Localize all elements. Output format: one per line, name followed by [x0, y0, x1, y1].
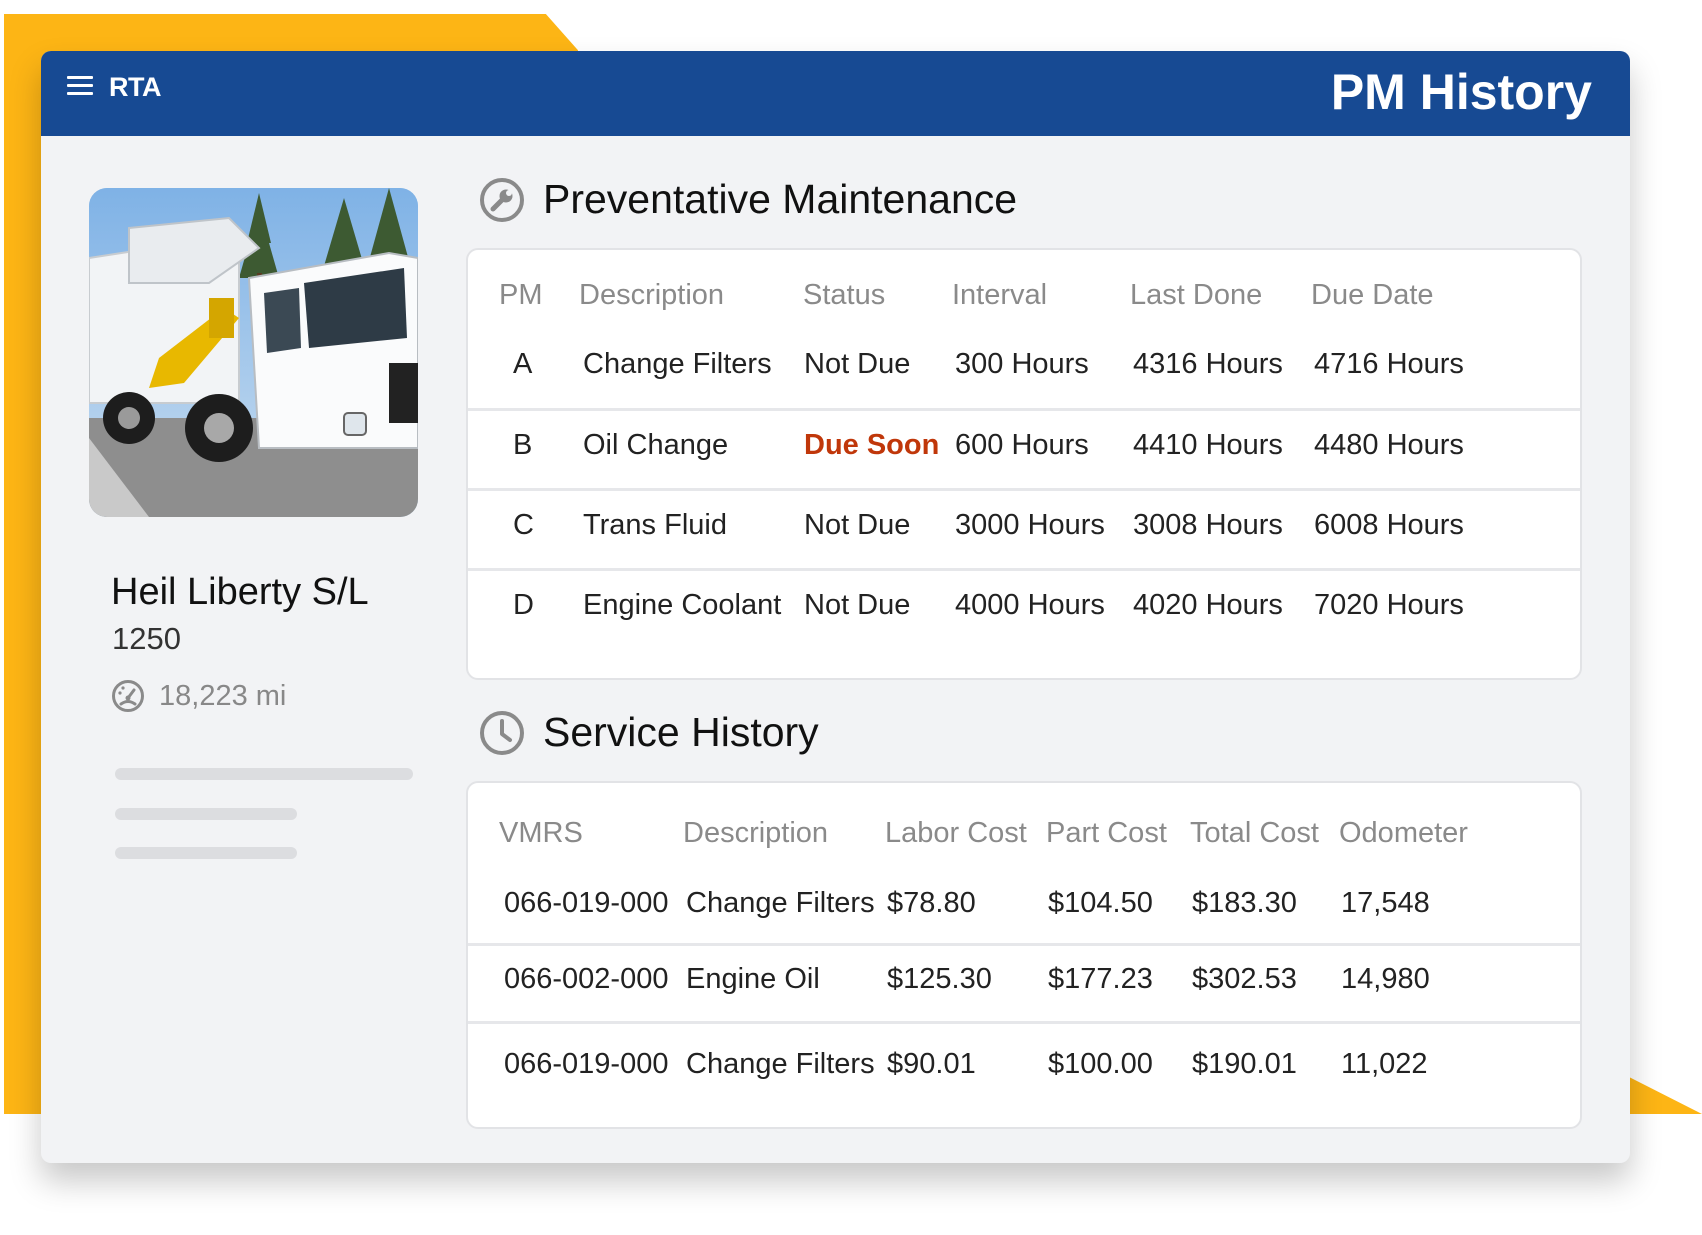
column-header-description: Description: [579, 279, 725, 311]
pm-last-done: 4316 Hours: [1133, 348, 1283, 380]
odometer-row: 18,223 mi: [111, 679, 286, 713]
pm-interval: 4000 Hours: [955, 589, 1105, 621]
vehicle-photo: [89, 188, 418, 517]
menu-icon[interactable]: [67, 76, 93, 100]
pm-interval: 300 Hours: [955, 348, 1089, 380]
table-row[interactable]: 066-019-000 Change Filters $78.80 $104.5…: [468, 887, 1580, 927]
page-title: PM History: [1330, 64, 1592, 120]
pm-description: Oil Change: [583, 429, 729, 461]
row-divider: [468, 1021, 1580, 1024]
pm-status: Not Due: [804, 589, 911, 621]
pm-code: B: [513, 429, 533, 461]
pm-due-date: 7020 Hours: [1314, 589, 1464, 621]
column-header-last-done: Last Done: [1130, 279, 1263, 311]
table-row[interactable]: 066-019-000 Change Filters $90.01 $100.0…: [468, 1048, 1580, 1088]
pm-description: Change Filters: [583, 348, 772, 380]
row-divider: [468, 943, 1580, 946]
service-odometer: 17,548: [1341, 887, 1430, 919]
app-logo: RTA: [109, 72, 162, 102]
pm-last-done: 4020 Hours: [1133, 589, 1283, 621]
pm-code: C: [513, 509, 534, 541]
column-header-status: Status: [803, 279, 886, 311]
column-header-vmrs: VMRS: [499, 817, 583, 849]
service-odometer: 11,022: [1341, 1048, 1428, 1080]
pm-description: Engine Coolant: [583, 589, 782, 621]
service-section-title: Service History: [543, 709, 819, 755]
app-window: RTA PM History Heil Liberty S/L 1250 18,…: [41, 51, 1630, 1163]
placeholder-line: [115, 847, 297, 859]
service-total-cost: $190.01: [1192, 1048, 1297, 1080]
pm-section-title: Preventative Maintenance: [543, 176, 1018, 222]
pm-status-due-soon: Due Soon: [804, 429, 940, 461]
table-row[interactable]: C Trans Fluid Not Due 3000 Hours 3008 Ho…: [468, 509, 1580, 549]
pm-status: Not Due: [804, 509, 911, 541]
truck-illustration: [89, 188, 418, 517]
service-labor-cost: $90.01: [887, 1048, 976, 1080]
pm-due-date: 6008 Hours: [1314, 509, 1464, 541]
pm-code: A: [513, 348, 533, 380]
service-vmrs: 066-019-000: [504, 1048, 669, 1080]
row-divider: [468, 408, 1580, 411]
service-table-header: VMRS Description Labor Cost Part Cost To…: [468, 817, 1580, 857]
speedometer-icon: [112, 680, 144, 712]
pm-due-date: 4480 Hours: [1314, 429, 1464, 461]
table-row[interactable]: D Engine Coolant Not Due 4000 Hours 4020…: [468, 589, 1580, 629]
service-history-table: VMRS Description Labor Cost Part Cost To…: [466, 781, 1582, 1129]
service-vmrs: 066-019-000: [504, 887, 669, 919]
top-bar: RTA PM History: [41, 51, 1630, 136]
service-vmrs: 066-002-000: [504, 963, 669, 995]
service-labor-cost: $125.30: [887, 963, 992, 995]
column-header-labor-cost: Labor Cost: [885, 817, 1027, 849]
service-part-cost: $100.00: [1048, 1048, 1153, 1080]
service-description: Change Filters: [686, 887, 875, 919]
pm-code: D: [513, 589, 534, 621]
placeholder-line: [115, 768, 413, 780]
column-header-description: Description: [683, 817, 829, 849]
pm-table: PM Description Status Interval Last Done…: [466, 248, 1582, 680]
table-row[interactable]: B Oil Change Due Soon 600 Hours 4410 Hou…: [468, 429, 1580, 469]
pm-last-done: 4410 Hours: [1133, 429, 1283, 461]
table-row[interactable]: A Change Filters Not Due 300 Hours 4316 …: [468, 348, 1580, 388]
wrench-icon: [480, 177, 524, 222]
pm-due-date: 4716 Hours: [1314, 348, 1464, 380]
service-total-cost: $183.30: [1192, 887, 1297, 919]
service-description: Change Filters: [686, 1048, 875, 1080]
service-description: Engine Oil: [686, 963, 820, 995]
service-total-cost: $302.53: [1192, 963, 1297, 995]
service-labor-cost: $78.80: [887, 887, 976, 919]
service-part-cost: $104.50: [1048, 887, 1153, 919]
pm-interval: 3000 Hours: [955, 509, 1105, 541]
column-header-part-cost: Part Cost: [1046, 817, 1167, 849]
column-header-interval: Interval: [952, 279, 1048, 311]
service-section-header: Service History: [479, 709, 819, 756]
pm-description: Trans Fluid: [583, 509, 727, 541]
vehicle-id: 1250: [112, 621, 181, 656]
odometer-value: 18,223 mi: [159, 679, 287, 712]
column-header-pm: PM: [499, 279, 543, 311]
service-odometer: 14,980: [1341, 963, 1430, 995]
vehicle-name: Heil Liberty S/L: [111, 571, 369, 613]
pm-section-header: Preventative Maintenance: [479, 176, 1017, 223]
column-header-odometer: Odometer: [1339, 817, 1468, 849]
row-divider: [468, 568, 1580, 571]
row-divider: [468, 488, 1580, 491]
service-part-cost: $177.23: [1048, 963, 1153, 995]
table-row[interactable]: 066-002-000 Engine Oil $125.30 $177.23 $…: [468, 963, 1580, 1003]
pm-table-header: PM Description Status Interval Last Done…: [468, 279, 1580, 319]
clock-icon: [480, 710, 524, 755]
column-header-due-date: Due Date: [1311, 279, 1434, 311]
pm-interval: 600 Hours: [955, 429, 1089, 461]
pm-status: Not Due: [804, 348, 911, 380]
column-header-total-cost: Total Cost: [1190, 817, 1319, 849]
pm-last-done: 3008 Hours: [1133, 509, 1283, 541]
placeholder-line: [115, 808, 297, 820]
